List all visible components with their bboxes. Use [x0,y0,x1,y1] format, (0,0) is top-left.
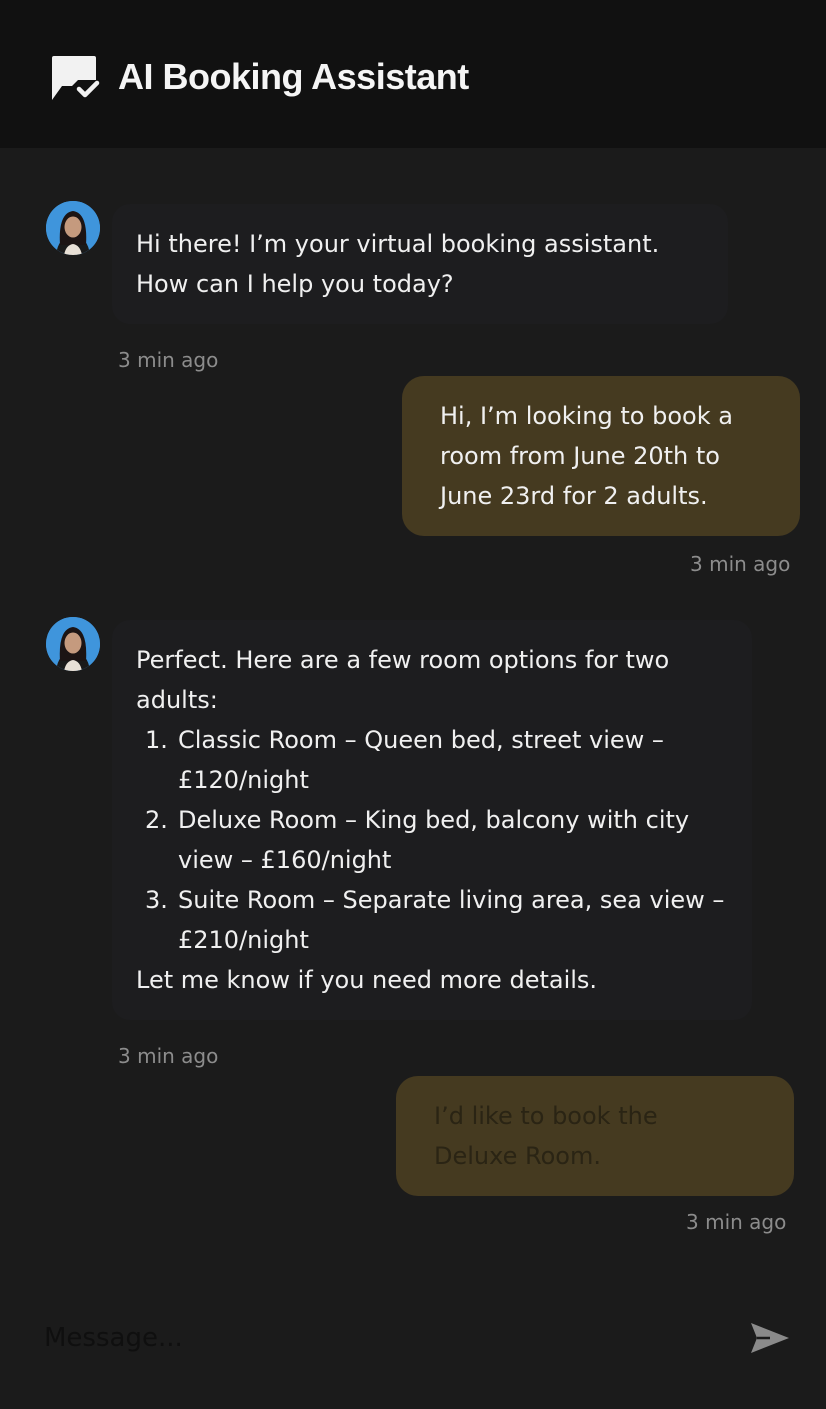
message-composer [0,1290,826,1409]
app-header: AI Booking Assistant [0,0,826,148]
option-number: 1. [145,726,168,754]
timestamp: 3 min ago [118,1044,219,1068]
assistant-avatar [46,617,100,671]
assistant-message: Perfect. Here are a few room options for… [112,620,752,1020]
timestamp: 3 min ago [690,552,791,576]
room-option: 2. Deluxe Room – King bed, balcony with c… [136,800,728,880]
timestamp: 3 min ago [686,1210,787,1234]
assistant-avatar [46,201,100,255]
user-message: I’d like to book the Deluxe Room. [396,1076,794,1196]
send-icon[interactable] [748,1320,792,1356]
option-number: 2. [145,806,168,834]
assistant-message: Hi there! I’m your virtual booking assis… [112,204,728,324]
option-number: 3. [145,886,168,914]
option-text: Classic Room – Queen bed, street view – … [178,726,664,794]
message-intro: Perfect. Here are a few room options for… [136,646,670,714]
message-line: How can I help you today? [136,270,454,298]
message-outro: Let me know if you need more details. [136,966,598,994]
timestamp: 3 min ago [118,348,219,372]
message-input[interactable] [44,1316,684,1360]
option-text: Suite Room – Separate living area, sea v… [178,886,725,954]
message-line: room from June 20th to [440,442,720,470]
message-line: Hi, I’m looking to book a [440,402,733,430]
user-message: Hi, I’m looking to book a room from June… [402,376,800,536]
room-option: 1. Classic Room – Queen bed, street view … [136,720,728,800]
room-options-list: 1. Classic Room – Queen bed, street view … [136,720,728,960]
page-title: AI Booking Assistant [118,56,469,97]
chat-check-icon [50,54,100,102]
message-line: I’d like to book the [434,1102,658,1130]
message-line: Hi there! I’m your virtual booking assis… [136,230,660,258]
message-line: Deluxe Room. [434,1142,601,1170]
message-line: June 23rd for 2 adults. [440,482,708,510]
option-text: Deluxe Room – King bed, balcony with cit… [178,806,690,874]
room-option: 3. Suite Room – Separate living area, sea… [136,880,728,960]
